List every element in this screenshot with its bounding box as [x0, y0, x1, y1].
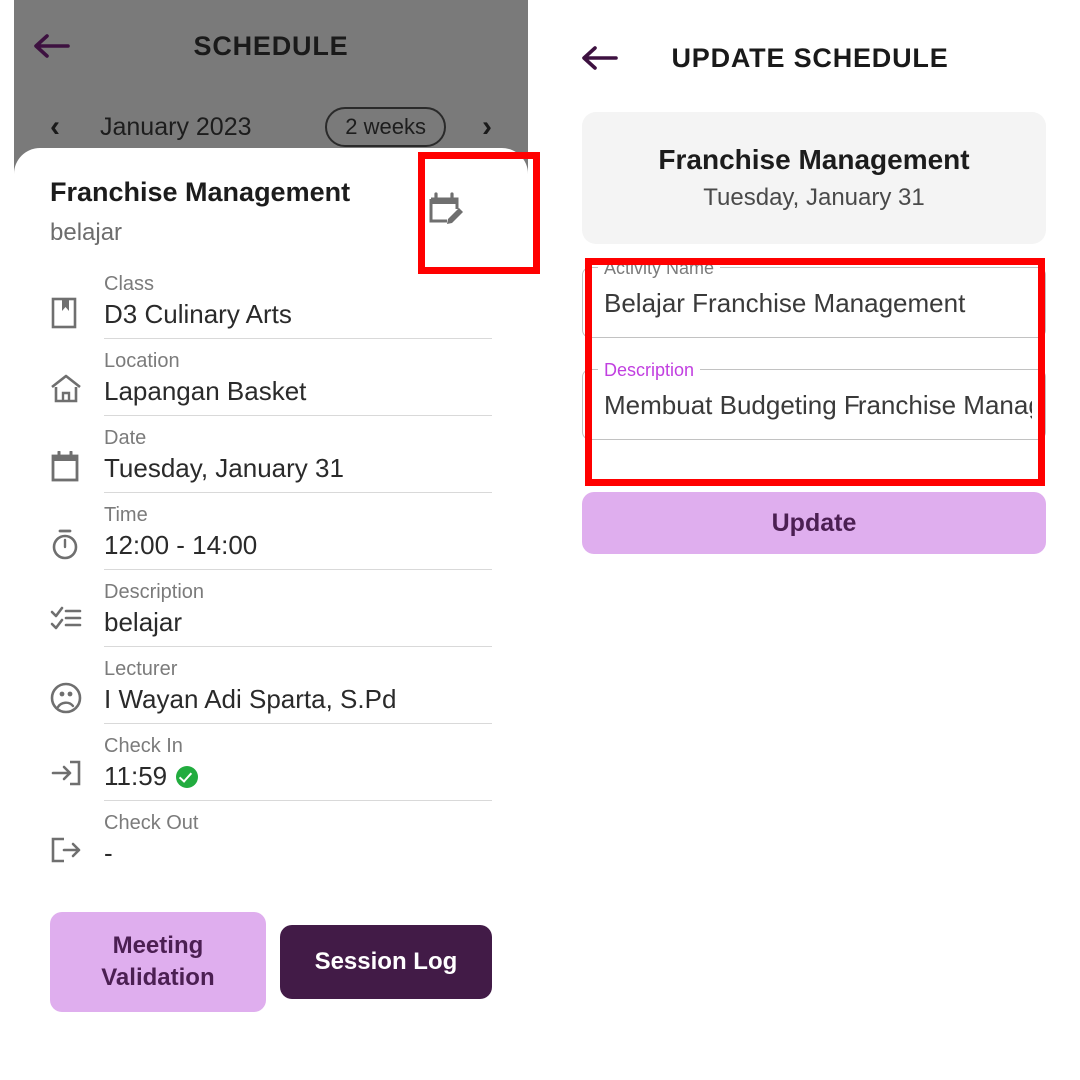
detail-label: Class [104, 272, 155, 295]
session-log-button[interactable]: Session Log [279, 925, 492, 1000]
summary-date: Tuesday, January 31 [703, 184, 925, 211]
description-text-after-caret: ranchise Manageme [857, 390, 1032, 420]
book-icon [50, 271, 94, 329]
schedule-detail-sheet: Franchise Management belajar Class D3 Cu… [14, 148, 528, 1080]
check-in-icon [50, 733, 94, 787]
schedule-detail-list: Class D3 Culinary Arts Location Lapangan… [50, 271, 492, 887]
detail-body: Lecturer I Wayan Adi Sparta, S.Pd [104, 656, 492, 725]
page-title: UPDATE SCHEDULE [671, 42, 949, 73]
detail-body: Class D3 Culinary Arts [104, 271, 492, 339]
arrow-left-icon [34, 34, 70, 58]
page-title: SCHEDULE [193, 30, 349, 61]
detail-body: Location Lapangan Basket [104, 348, 492, 416]
sheet-action-bar: Meeting Validation Session Log [50, 912, 492, 1013]
detail-row-description: Description belajar [50, 579, 492, 656]
detail-value: D3 Culinary Arts [104, 298, 292, 329]
calendar-edit-icon [429, 192, 463, 224]
prev-month-button[interactable]: ‹ [40, 112, 70, 142]
sheet-subtitle: belajar [50, 218, 123, 246]
back-button[interactable] [560, 44, 638, 72]
detail-body: Time 12:00 - 14:00 [104, 502, 492, 571]
next-month-button[interactable]: › [472, 112, 502, 142]
range-chip[interactable]: 2 weeks [325, 107, 446, 147]
detail-row-class: Class D3 Culinary Arts [50, 271, 492, 348]
edit-schedule-button[interactable] [422, 186, 470, 234]
description-input[interactable]: Membuat Budgeting Franchise Manageme [604, 390, 1032, 421]
detail-value: 11:59 [104, 761, 168, 792]
sheet-header-text: Franchise Management belajar [50, 177, 422, 247]
verified-check-icon [176, 765, 199, 788]
month-label: January 2023 [100, 112, 252, 141]
detail-label: Time [104, 503, 148, 526]
detail-value: I Wayan Adi Sparta, S.Pd [104, 684, 397, 715]
detail-row-check-out: Check Out - [50, 810, 492, 886]
detail-value: belajar [104, 607, 183, 638]
detail-row-location: Location Lapangan Basket [50, 348, 492, 425]
detail-label: Check In [104, 735, 183, 758]
detail-body: Check Out - [104, 810, 492, 877]
description-text-before-caret: Membuat Budgeting F [604, 390, 860, 420]
detail-label: Description [104, 581, 205, 604]
detail-row-check-in: Check In 11:59 [50, 733, 492, 810]
schedule-screen: SCHEDULE ‹ January 2023 2 weeks › Franch… [0, 0, 540, 1080]
detail-value: 12:00 - 14:00 [104, 529, 258, 560]
check-out-icon [50, 810, 94, 864]
detail-row-lecturer: Lecturer I Wayan Adi Sparta, S.Pd [50, 656, 492, 733]
detail-value: - [104, 838, 113, 869]
activity-name-label: Activity Name [598, 258, 721, 278]
sheet-title: Franchise Management [50, 177, 351, 207]
schedule-summary-card: Franchise Management Tuesday, January 31 [582, 112, 1046, 244]
detail-label: Lecturer [104, 658, 178, 681]
detail-value: Tuesday, January 31 [104, 452, 344, 483]
detail-body: Date Tuesday, January 31 [104, 425, 492, 493]
update-schedule-screen: UPDATE SCHEDULE Franchise Management Tue… [560, 0, 1080, 1080]
detail-row-date: Date Tuesday, January 31 [50, 425, 492, 502]
detail-value-wrap: 11:59 [104, 759, 492, 794]
sheet-header: Franchise Management belajar [50, 148, 492, 247]
detail-body: Description belajar [104, 579, 492, 648]
description-field[interactable]: Description Membuat Budgeting Franchise … [582, 360, 1046, 440]
detail-label: Check Out [104, 812, 199, 835]
update-schedule-form: Activity Name Belajar Franchise Manageme… [582, 258, 1046, 462]
summary-title: Franchise Management [658, 144, 970, 175]
detail-value: Lapangan Basket [104, 375, 307, 406]
detail-label: Location [104, 349, 180, 372]
lecturer-icon [50, 656, 94, 714]
detail-label: Date [104, 426, 147, 449]
description-label: Description [598, 360, 701, 380]
checklist-icon [50, 579, 94, 631]
meeting-validation-button[interactable]: Meeting Validation [50, 912, 266, 1013]
activity-name-field[interactable]: Activity Name Belajar Franchise Manageme… [582, 258, 1046, 338]
arrow-left-icon [582, 46, 618, 70]
detail-row-time: Time 12:00 - 14:00 [50, 502, 492, 579]
stopwatch-icon [50, 502, 94, 560]
activity-name-input[interactable]: Belajar Franchise Management [604, 288, 1032, 319]
update-appbar: UPDATE SCHEDULE [560, 28, 1060, 88]
detail-body: Check In 11:59 [104, 733, 492, 802]
update-button[interactable]: Update [582, 492, 1046, 554]
schedule-appbar: SCHEDULE [14, 0, 528, 92]
calendar-icon [50, 425, 94, 483]
back-button[interactable] [14, 32, 88, 60]
home-icon [50, 348, 94, 404]
